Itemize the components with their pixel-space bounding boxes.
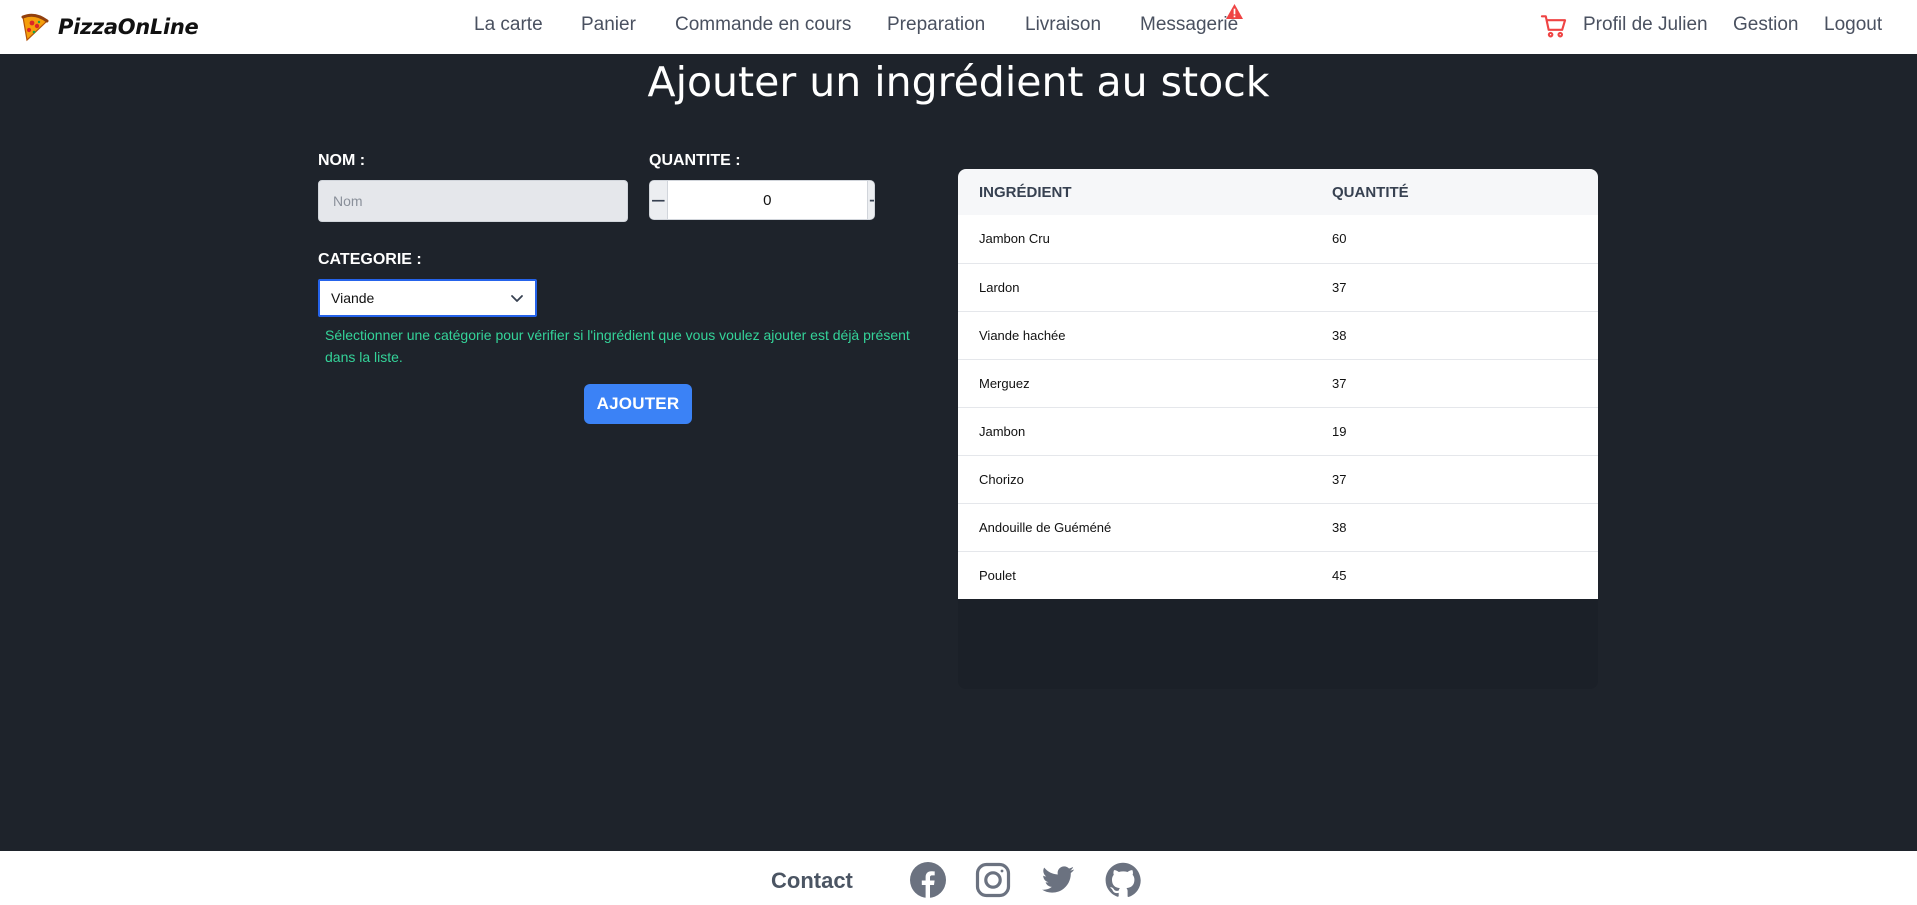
table-row: Poulet 45 xyxy=(958,551,1598,599)
shopping-cart-icon[interactable] xyxy=(1540,13,1567,39)
ingredient-name: Merguez xyxy=(979,375,1030,391)
instagram-icon[interactable] xyxy=(975,862,1011,898)
ingredient-name: Jambon Cru xyxy=(979,231,1050,247)
table-row: Jambon 19 xyxy=(958,407,1598,455)
table-row: Lardon 37 xyxy=(958,263,1598,311)
quantity-stepper: − + xyxy=(649,180,875,220)
increment-button[interactable]: + xyxy=(867,181,874,219)
column-header-ingredient: INGRÉDIENT xyxy=(979,183,1072,201)
nav-link-preparation[interactable]: Preparation xyxy=(887,14,985,36)
ingredient-qty: 19 xyxy=(1332,423,1347,439)
quantite-label: QUANTITE : xyxy=(649,152,741,169)
ingredient-name: Andouille de Guéméné xyxy=(979,519,1112,535)
ingredient-name: Poulet xyxy=(979,567,1016,583)
nav-link-livraison[interactable]: Livraison xyxy=(1025,14,1101,36)
ingredient-name: Viande hachée xyxy=(979,327,1066,343)
nav-link-profil[interactable]: Profil de Julien xyxy=(1583,14,1708,36)
footer xyxy=(0,851,1917,905)
top-navbar: PizzaOnLine La carte Panier Commande en … xyxy=(0,0,1917,54)
warning-triangle-icon xyxy=(1226,3,1243,20)
nav-link-messagerie[interactable]: Messagerie xyxy=(1140,14,1238,36)
ingredient-qty: 37 xyxy=(1332,279,1347,295)
contact-label: Contact xyxy=(771,868,853,893)
quantity-input[interactable] xyxy=(666,181,868,219)
ajouter-button[interactable]: AJOUTER xyxy=(584,384,692,424)
ingredient-name: Lardon xyxy=(979,279,1020,295)
categorie-select[interactable]: Viande xyxy=(318,279,537,317)
twitter-icon[interactable] xyxy=(1040,862,1076,898)
ingredient-table: INGRÉDIENT QUANTITÉ Jambon Cru 60 Lardon 3… xyxy=(958,169,1598,599)
pizza-slice-icon xyxy=(21,13,49,42)
ingredient-qty: 37 xyxy=(1332,375,1347,391)
nav-link-gestion[interactable]: Gestion xyxy=(1733,14,1798,36)
brand[interactable]: PizzaOnLine xyxy=(18,10,199,44)
nom-label: NOM : xyxy=(318,152,366,169)
chevron-down-icon xyxy=(511,295,523,302)
page-title: Ajouter un ingrédient au stock xyxy=(647,58,1270,106)
nav-link-panier[interactable]: Panier xyxy=(581,14,636,36)
github-icon[interactable] xyxy=(1105,862,1141,898)
table-row: Jambon Cru 60 xyxy=(958,215,1598,263)
ingredient-qty: 38 xyxy=(1332,519,1347,535)
table-row: Viande hachée 38 xyxy=(958,311,1598,359)
categorie-selected-value: Viande xyxy=(331,290,375,306)
ingredient-qty: 60 xyxy=(1332,231,1347,247)
categorie-label: CATEGORIE : xyxy=(318,251,422,268)
nav-link-commande-en-cours[interactable]: Commande en cours xyxy=(675,14,851,36)
table-row: Chorizo 37 xyxy=(958,455,1598,503)
ingredient-qty: 38 xyxy=(1332,327,1347,343)
brand-name: PizzaOnLine xyxy=(58,15,199,39)
table-row: Andouille de Guéméné 38 xyxy=(958,503,1598,551)
table-header-row: INGRÉDIENT QUANTITÉ xyxy=(958,169,1598,215)
facebook-icon[interactable] xyxy=(910,862,946,898)
categorie-hint: Sélectionner une catégorie pour vérifier… xyxy=(325,327,910,365)
nom-input[interactable] xyxy=(318,180,628,222)
table-row: Merguez 37 xyxy=(958,359,1598,407)
ingredient-qty: 45 xyxy=(1332,567,1347,583)
nav-link-la-carte[interactable]: La carte xyxy=(474,14,543,36)
ingredient-qty: 37 xyxy=(1332,471,1347,487)
ingredient-name: Jambon xyxy=(979,423,1026,439)
decrement-button[interactable]: − xyxy=(650,181,667,219)
nav-link-logout[interactable]: Logout xyxy=(1824,14,1882,36)
ingredient-name: Chorizo xyxy=(979,471,1024,487)
column-header-quantite: QUANTITÉ xyxy=(1332,183,1409,201)
